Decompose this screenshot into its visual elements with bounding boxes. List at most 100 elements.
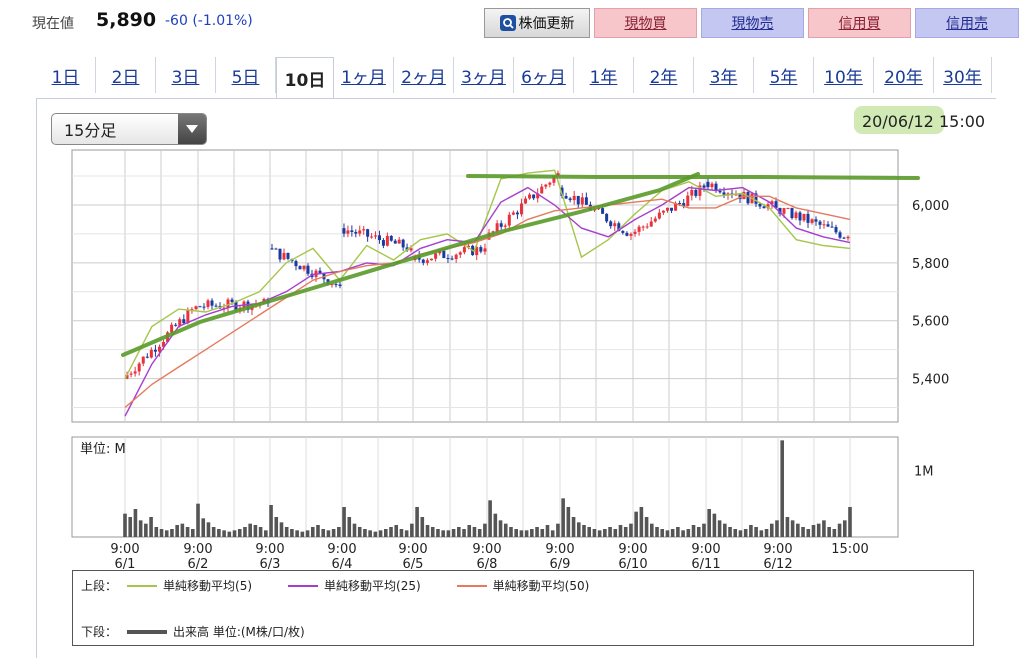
- legend-ma50-label: 単純移動平均(50): [492, 579, 590, 593]
- volume-bar: [154, 527, 159, 537]
- candle-body: [670, 207, 674, 211]
- volume-bar: [613, 529, 618, 537]
- x-tick-time: 9:00: [545, 542, 574, 557]
- candle-body: [661, 210, 665, 213]
- legend-ma5-label: 単純移動平均(5): [163, 579, 253, 593]
- stock-chart: 6,0005,8005,6005,400単位: M1M9:006/19:006/…: [71, 149, 949, 572]
- volume-bar: [707, 509, 711, 537]
- volume-bar: [676, 527, 680, 537]
- volume-bar: [603, 529, 607, 537]
- volume-bar: [128, 517, 133, 537]
- volume-bar: [399, 529, 404, 537]
- volume-bar: [248, 523, 252, 537]
- candle-body: [421, 259, 425, 263]
- candle-body: [645, 226, 649, 228]
- candle-body: [499, 223, 503, 227]
- volume-bar: [717, 520, 722, 537]
- volume-bar: [410, 523, 414, 537]
- volume-bar: [509, 527, 513, 537]
- candle-body: [182, 319, 186, 324]
- candle-body: [798, 212, 802, 221]
- volume-bar: [576, 522, 581, 537]
- candle-body: [401, 239, 405, 248]
- volume-plot-frame: [71, 436, 899, 538]
- candle-body: [641, 226, 645, 228]
- volume-bar: [363, 529, 367, 537]
- volume-bar: [446, 530, 451, 537]
- candle-body: [479, 247, 483, 252]
- volume-bar: [556, 523, 560, 537]
- volume-bar: [571, 517, 576, 537]
- volume-bar: [759, 530, 764, 537]
- volume-bar: [170, 529, 174, 537]
- candle-body: [483, 248, 487, 252]
- volume-bar: [290, 529, 294, 537]
- volume-bar: [462, 529, 466, 537]
- volume-bar: [832, 529, 837, 537]
- candle-body: [334, 284, 338, 286]
- x-tick-time: 15:00: [831, 542, 868, 557]
- candle-body: [306, 265, 310, 274]
- candle-body: [450, 258, 454, 260]
- volume-bar: [811, 525, 816, 537]
- volume-bar: [827, 527, 831, 537]
- candle-body: [170, 324, 174, 333]
- volume-bar: [337, 527, 341, 537]
- volume-bar: [383, 529, 388, 537]
- legend-volume: 出来高 単位:(M株/口/枚): [117, 623, 305, 640]
- candle-body: [528, 194, 532, 199]
- candle-body: [198, 306, 202, 308]
- candle-body: [822, 224, 826, 226]
- candle-body: [178, 319, 182, 326]
- candle-body: [568, 198, 572, 201]
- y-tick-label: 6,000: [912, 199, 949, 214]
- candle-body: [129, 373, 133, 375]
- volume-bar: [389, 527, 393, 537]
- x-tick-time: 9:00: [398, 542, 427, 557]
- legend-volume-swatch: [127, 629, 168, 634]
- candle-body: [722, 192, 726, 195]
- candle-body: [430, 258, 433, 261]
- volume-bar: [561, 498, 565, 537]
- candle-body: [532, 194, 536, 199]
- legend-lower-label: 下段：: [81, 625, 118, 639]
- candle-body: [690, 189, 694, 196]
- candle-body: [625, 232, 629, 236]
- volume-bar: [342, 507, 346, 537]
- candle-body: [601, 208, 605, 214]
- candle-body: [425, 260, 429, 263]
- volume-bar: [472, 527, 477, 537]
- volume-bar: [211, 527, 216, 537]
- candle-body: [826, 224, 830, 227]
- volume-bar: [696, 527, 701, 537]
- candle-body: [511, 212, 515, 215]
- candle-body: [377, 235, 381, 241]
- volume-bar: [264, 530, 268, 537]
- candle-body: [718, 190, 722, 193]
- candle-body: [214, 305, 218, 307]
- volume-bar: [227, 531, 232, 537]
- legend-ma25: 単純移動平均(25): [278, 577, 421, 594]
- candle-body: [584, 197, 588, 205]
- volume-bar: [133, 509, 138, 537]
- volume-bar: [806, 529, 811, 537]
- volume-bar: [764, 529, 769, 537]
- volume-bar: [347, 517, 352, 537]
- volume-bar: [608, 527, 612, 537]
- candle-body: [393, 240, 397, 244]
- volume-bar: [498, 520, 503, 537]
- volume-bar: [743, 529, 748, 537]
- volume-bar: [368, 530, 372, 537]
- volume-bar: [712, 513, 717, 537]
- volume-bar: [733, 529, 738, 537]
- volume-bar: [592, 529, 597, 537]
- candle-body: [298, 266, 302, 270]
- volume-bar: [618, 525, 623, 537]
- volume-bar: [686, 529, 691, 537]
- volume-bar: [451, 529, 456, 537]
- volume-bar: [535, 527, 539, 537]
- candle-body: [629, 233, 633, 236]
- volume-bar: [801, 527, 805, 537]
- candle-body: [633, 231, 637, 234]
- candle-body: [274, 248, 278, 250]
